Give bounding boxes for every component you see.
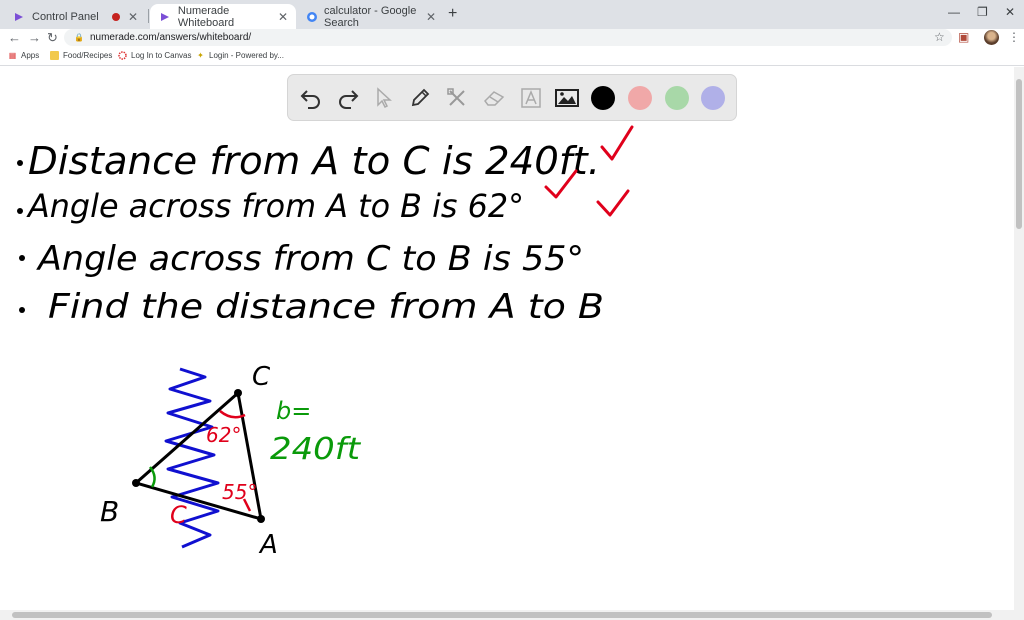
restore-button[interactable]: ❐	[977, 5, 988, 19]
bullet	[19, 255, 25, 261]
tab-label: Control Panel	[32, 10, 99, 23]
tab-divider	[148, 9, 149, 23]
bookmark-login[interactable]: ✦ Login - Powered by...	[196, 51, 284, 60]
vertex-label-c: C	[252, 362, 271, 392]
lock-icon: 🔒	[74, 33, 84, 42]
problem-line-3: Angle across from C to B is 55°	[36, 239, 584, 279]
angle-label-a: 55°	[222, 480, 257, 504]
angle-label-c: 62°	[206, 423, 241, 447]
bookmark-star-icon[interactable]: ☆	[934, 30, 945, 44]
scroll-thumb[interactable]	[1016, 79, 1022, 229]
avatar[interactable]	[984, 30, 999, 45]
bookmarks-bar: ▦ Apps Food/Recipes Log In to Canvas ✦ L…	[0, 48, 1024, 66]
bullet	[19, 307, 25, 313]
horizontal-scrollbar[interactable]	[0, 610, 1024, 620]
tab-calculator-search[interactable]: calculator - Google Search ✕	[298, 4, 444, 29]
url-field[interactable]: 🔒 numerade.com/answers/whiteboard/	[64, 29, 952, 46]
check-mark-icon	[596, 189, 630, 217]
url-text: numerade.com/answers/whiteboard/	[89, 32, 252, 43]
reload-button[interactable]: ↻	[47, 30, 58, 46]
bookmark-apps[interactable]: ▦ Apps	[8, 51, 40, 60]
scroll-thumb[interactable]	[12, 612, 992, 618]
numerade-logo-icon	[12, 10, 26, 24]
problem-line-2: Angle across from A to B is 62°	[26, 187, 524, 225]
bookmark-label: Apps	[21, 51, 40, 60]
side-label-b: b=	[276, 397, 311, 425]
apps-grid-icon: ▦	[8, 51, 17, 60]
recording-icon	[112, 12, 120, 21]
back-button[interactable]: ←	[8, 30, 21, 45]
tab-label: Numerade Whiteboard	[177, 4, 235, 29]
folder-icon	[50, 51, 59, 60]
vertex-label-a: A	[258, 530, 278, 560]
bookmark-label: Login - Powered by...	[209, 51, 285, 60]
new-tab-button[interactable]: +	[448, 5, 457, 23]
problem-line-1: Distance from A to C is 240ft.	[28, 139, 600, 183]
forward-button[interactable]: →	[28, 30, 41, 45]
side-length-label: 240ft	[270, 432, 361, 467]
close-tab-icon[interactable]: ✕	[278, 10, 288, 24]
bookmark-canvas[interactable]: Log In to Canvas	[118, 51, 191, 60]
angle-arc	[148, 466, 156, 488]
bullet	[17, 160, 23, 166]
bookmark-food-recipes[interactable]: Food/Recipes	[50, 51, 112, 60]
close-window-button[interactable]: ✕	[1005, 5, 1015, 19]
tab-numerade-whiteboard[interactable]: Numerade Whiteboard ✕	[150, 4, 296, 29]
vertex-point	[257, 515, 265, 523]
angle-label-b: C	[170, 501, 187, 529]
minimize-button[interactable]: —	[948, 5, 960, 19]
tab-label: calculator - Google Search	[324, 4, 417, 29]
vertex-label-b: B	[100, 495, 119, 528]
canvas-logo-icon	[118, 51, 127, 60]
close-tab-icon[interactable]: ✕	[128, 10, 138, 24]
check-mark-icon	[600, 125, 634, 161]
tab-control-panel[interactable]: Control Panel ✕	[4, 4, 146, 29]
vertex-point	[234, 389, 242, 397]
vertical-scrollbar[interactable]	[1014, 67, 1024, 610]
bookmark-label: Food/Recipes	[63, 51, 113, 60]
close-tab-icon[interactable]: ✕	[426, 10, 436, 24]
problem-line-4: Find the distance from A to B	[48, 287, 604, 327]
address-bar: ← → ↻ 🔒 numerade.com/answers/whiteboard/…	[0, 29, 1024, 48]
extension-icon[interactable]: ▣	[958, 30, 969, 44]
bullet	[17, 208, 23, 214]
google-icon	[306, 10, 318, 24]
vertex-point	[132, 479, 140, 487]
tab-strip: Control Panel ✕ Numerade Whiteboard ✕ ca…	[0, 0, 1024, 29]
login-logo-icon: ✦	[197, 51, 204, 60]
numerade-logo-icon	[158, 10, 172, 24]
bookmark-label: Log In to Canvas	[131, 51, 192, 60]
menu-icon[interactable]: ⋮	[1008, 30, 1020, 44]
whiteboard-canvas[interactable]: Distance from A to C is 240ft. Angle acr…	[0, 67, 1014, 610]
